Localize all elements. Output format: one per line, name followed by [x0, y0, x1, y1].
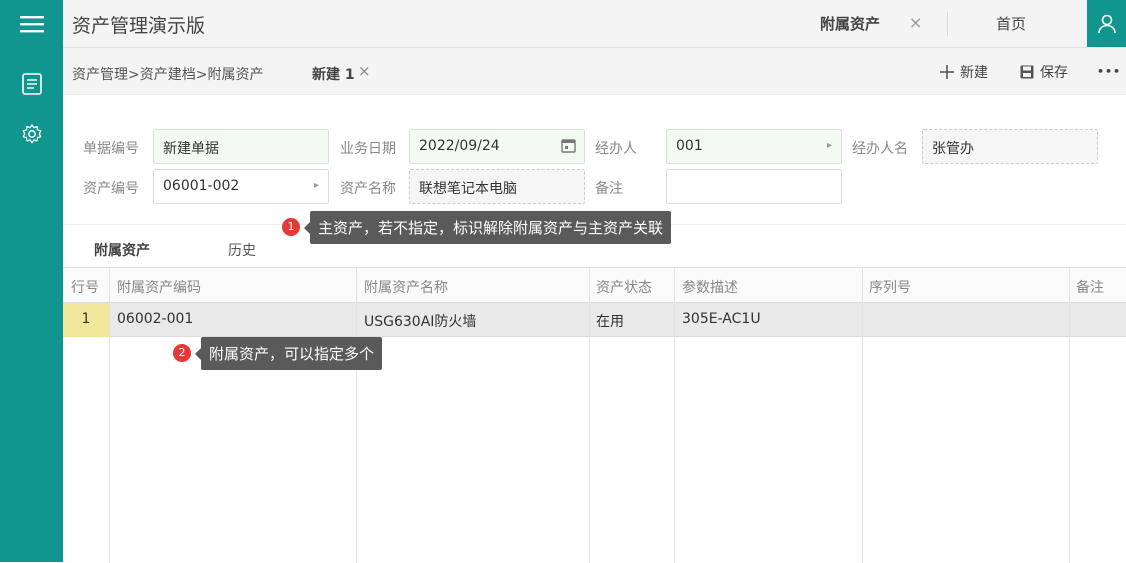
annotation-badge: 1: [282, 218, 300, 236]
more-button[interactable]: •••: [1097, 65, 1121, 78]
asset-name-field: 联想笔记本电脑: [409, 169, 585, 204]
doc-tab[interactable]: 新建 1: [312, 64, 355, 84]
plus-icon: [940, 65, 954, 79]
doc-no-label: 单据编号: [83, 141, 139, 157]
row-param[interactable]: 305E-AC1U: [682, 311, 761, 327]
row-number: 1: [63, 303, 109, 337]
row-status[interactable]: 在用: [596, 311, 624, 331]
asset-grid: 行号 附属资产编码 附属资产名称 资产状态 参数描述 序列号 备注 1 0600…: [63, 267, 1126, 563]
handler-value: 001: [676, 138, 703, 154]
breadcrumb[interactable]: 资产管理>资产建档>附属资产: [72, 64, 263, 84]
header-cell[interactable]: 附属资产名称: [364, 277, 448, 297]
document-icon[interactable]: [0, 64, 63, 104]
asset-no-label: 资产编号: [83, 181, 139, 197]
tab-attached-assets-sub[interactable]: 附属资产: [94, 240, 150, 260]
biz-date-label: 业务日期: [340, 141, 396, 157]
header-cell[interactable]: 序列号: [869, 277, 911, 297]
app-title: 资产管理演示版: [72, 15, 206, 37]
column-divider: [1069, 268, 1070, 563]
grid-header: 行号 附属资产编码 附属资产名称 资产状态 参数描述 序列号 备注: [63, 268, 1126, 303]
remark-field[interactable]: [666, 169, 842, 204]
asset-name-label: 资产名称: [340, 181, 396, 197]
tab-divider: [947, 12, 948, 36]
column-divider: [674, 268, 675, 563]
tab-history[interactable]: 历史: [228, 240, 256, 260]
save-icon: [1020, 65, 1034, 79]
header-cell[interactable]: 参数描述: [682, 277, 738, 297]
row-name[interactable]: USG630AI防火墙: [364, 311, 476, 331]
table-row[interactable]: 1 06002-001 USG630AI防火墙 在用 305E-AC1U: [63, 303, 1126, 337]
header-cell[interactable]: 行号: [71, 277, 99, 297]
column-divider: [589, 268, 590, 563]
toolbar: 资产管理>资产建档>附属资产 新建 1 × 新建 保存 •••: [63, 48, 1126, 95]
handler-label: 经办人: [595, 141, 637, 157]
tab-close-icon[interactable]: ×: [909, 13, 922, 32]
tab-home[interactable]: 首页: [996, 13, 1026, 34]
form-area: 单据编号 新建单据 业务日期 2022/09/24 经办人 001 ▸ 经办人名…: [63, 95, 1126, 225]
new-button-label: 新建: [960, 65, 988, 81]
handler-name-label: 经办人名: [852, 141, 908, 157]
gear-icon[interactable]: [0, 114, 63, 154]
header-cell[interactable]: 资产状态: [596, 277, 652, 297]
annotation-tooltip: 附属资产，可以指定多个: [194, 337, 383, 370]
menu-icon[interactable]: [0, 0, 63, 47]
annotation-badge: 2: [173, 344, 191, 362]
header-cell[interactable]: 附属资产编码: [117, 277, 201, 297]
chevron-right-icon: ▸: [826, 140, 832, 151]
tab-attached-assets[interactable]: 附属资产: [820, 13, 880, 34]
chevron-right-icon: ▸: [313, 180, 319, 191]
biz-date-field[interactable]: 2022/09/24: [409, 129, 585, 164]
remark-label: 备注: [595, 181, 623, 197]
user-icon[interactable]: [1087, 0, 1126, 47]
asset-no-value: 06001-002: [163, 178, 240, 194]
column-divider: [862, 268, 863, 563]
sidebar: [0, 0, 63, 562]
save-button[interactable]: 保存: [1020, 62, 1068, 82]
column-divider: [356, 268, 357, 563]
asset-no-field[interactable]: 06001-002 ▸: [153, 169, 329, 204]
handler-name-field: 张管办: [922, 129, 1098, 164]
biz-date-value: 2022/09/24: [419, 138, 500, 154]
column-divider: [109, 268, 110, 563]
handler-field[interactable]: 001 ▸: [666, 129, 842, 164]
new-button[interactable]: 新建: [940, 62, 988, 82]
header-cell[interactable]: 备注: [1076, 277, 1104, 297]
top-bar: 资产管理演示版 附属资产 × 首页: [63, 0, 1126, 48]
annotation-tooltip: 主资产，若不指定，标识解除附属资产与主资产关联: [303, 211, 672, 244]
doc-tab-close-icon[interactable]: ×: [358, 62, 371, 80]
row-code[interactable]: 06002-001: [117, 311, 193, 327]
doc-no-field[interactable]: 新建单据: [153, 129, 329, 164]
save-button-label: 保存: [1040, 65, 1068, 81]
calendar-icon[interactable]: [561, 138, 576, 157]
